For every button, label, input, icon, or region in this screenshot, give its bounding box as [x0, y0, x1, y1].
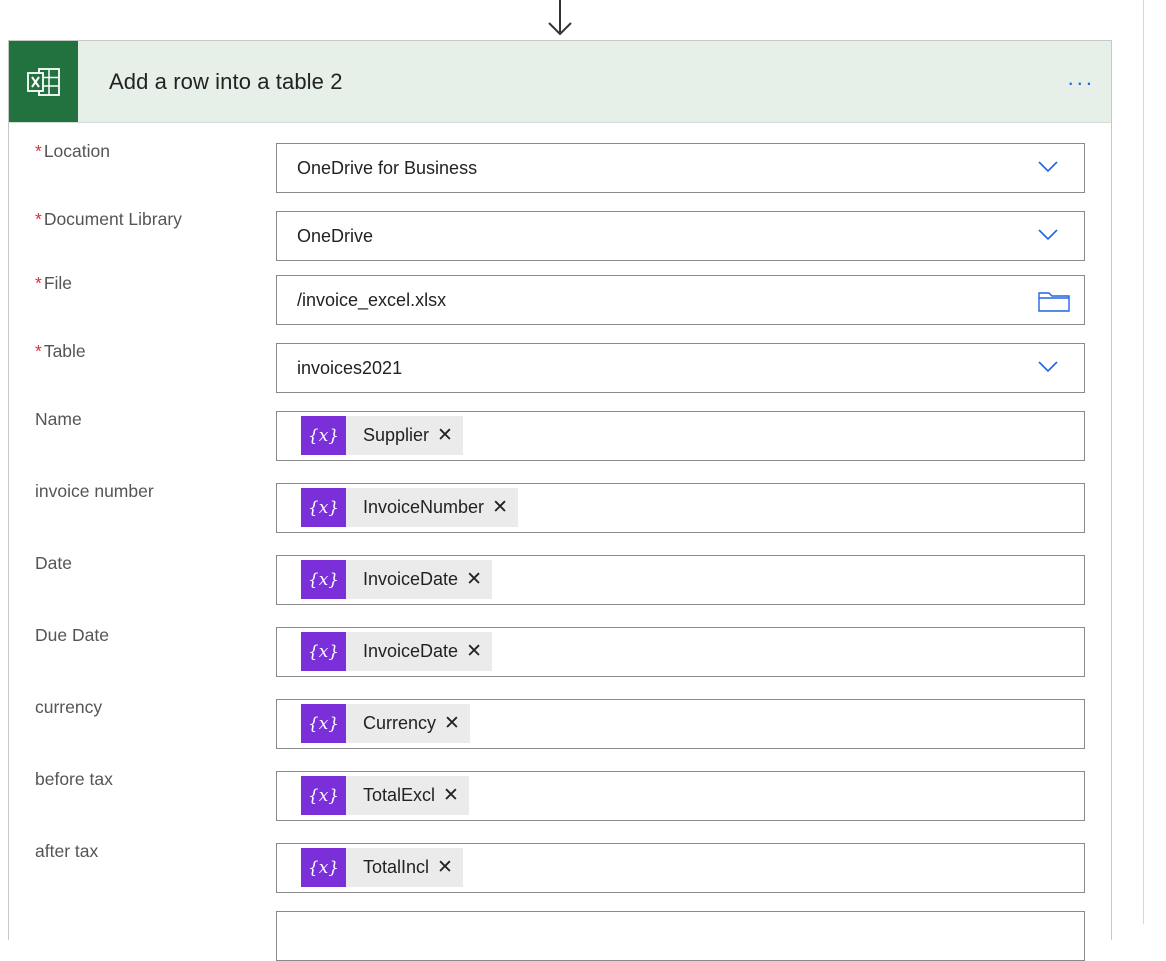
token-label: InvoiceNumber — [363, 497, 485, 517]
field-label-currency: currency — [35, 697, 102, 718]
date-input[interactable]: {x} InvoiceDate ✕ — [276, 555, 1085, 605]
expression-variable-icon: {x} — [301, 560, 346, 599]
field-label-text: before tax — [35, 769, 113, 789]
currency-input[interactable]: {x} Currency ✕ — [276, 699, 1085, 749]
field-row-currency: currency {x} Currency ✕ — [9, 697, 1111, 749]
field-label-name: Name — [35, 409, 82, 430]
field-label-text: Location — [43, 141, 110, 161]
field-label-text: File — [43, 273, 73, 293]
token-label: InvoiceDate — [363, 641, 459, 661]
chevron-down-icon[interactable] — [1038, 229, 1058, 241]
dynamic-content-token[interactable]: {x} TotalIncl ✕ — [301, 848, 463, 887]
field-label-location: * Location — [35, 141, 110, 162]
expression-variable-icon: {x} — [301, 488, 346, 527]
document-library-value: OneDrive — [297, 226, 374, 246]
field-row-table: * Table invoices2021 — [9, 341, 1111, 393]
remove-token-close-icon[interactable]: ✕ — [429, 424, 463, 447]
name-input[interactable]: {x} Supplier ✕ — [276, 411, 1085, 461]
after-tax-input[interactable]: {x} TotalIncl ✕ — [276, 843, 1085, 893]
field-label-text: invoice number — [35, 481, 154, 501]
field-label-text: Table — [43, 341, 86, 361]
field-label-date: Date — [35, 553, 72, 574]
dynamic-content-token[interactable]: {x} Currency ✕ — [301, 704, 470, 743]
field-label-text: after tax — [35, 841, 99, 861]
field-row-before-tax: before tax {x} TotalExcl ✕ — [9, 769, 1111, 821]
field-label-document-library: * Document Library — [35, 209, 182, 230]
field-row-file: * File/invoice_excel.xlsx — [9, 273, 1111, 325]
action-title[interactable]: Add a row into a table 2 — [109, 69, 343, 95]
location-value: OneDrive for Business — [297, 158, 478, 178]
remove-token-close-icon[interactable]: ✕ — [436, 712, 470, 735]
field-row-document-library: * Document Library OneDrive — [9, 209, 1111, 261]
table-input[interactable]: invoices2021 — [276, 343, 1085, 393]
flow-arrow-down-icon — [548, 0, 572, 36]
dynamic-content-token[interactable]: {x} InvoiceDate ✕ — [301, 560, 492, 599]
document-library-input[interactable]: OneDrive — [276, 211, 1085, 261]
field-label-table: * Table — [35, 341, 86, 362]
field-label-due-date: Due Date — [35, 625, 109, 646]
field-label-text: Name — [35, 409, 82, 429]
right-divider — [1143, 0, 1144, 924]
required-marker: * — [35, 273, 42, 293]
field-label-text: Document Library — [43, 209, 182, 229]
chevron-down-icon[interactable] — [1038, 161, 1058, 173]
field-label-file: * File — [35, 273, 72, 294]
next-field-input[interactable] — [276, 911, 1085, 961]
action-card-header[interactable]: Add a row into a table 2 ... — [9, 41, 1111, 123]
required-marker: * — [35, 141, 42, 161]
action-card: Add a row into a table 2 ... * Location On… — [8, 40, 1112, 961]
remove-token-close-icon[interactable]: ✕ — [429, 856, 463, 879]
required-marker: * — [35, 209, 42, 229]
before-tax-input[interactable]: {x} TotalExcl ✕ — [276, 771, 1085, 821]
token-label: TotalExcl — [363, 785, 436, 805]
dynamic-content-token[interactable]: {x} Supplier ✕ — [301, 416, 463, 455]
field-label-text: Due Date — [35, 625, 109, 645]
expression-variable-icon: {x} — [301, 416, 346, 455]
field-label-after-tax: after tax — [35, 841, 98, 862]
more-options-button[interactable]: ... — [1068, 65, 1095, 91]
invoice-number-input[interactable]: {x} InvoiceNumber ✕ — [276, 483, 1085, 533]
expression-variable-icon: {x} — [301, 632, 346, 671]
folder-icon[interactable] — [1038, 290, 1070, 312]
table-value: invoices2021 — [297, 358, 403, 378]
field-row-date: Date {x} InvoiceDate ✕ — [9, 553, 1111, 605]
field-row-after-tax: after tax {x} TotalIncl ✕ — [9, 841, 1111, 893]
required-marker: * — [35, 341, 42, 361]
remove-token-close-icon[interactable]: ✕ — [458, 640, 492, 663]
expression-variable-icon: {x} — [301, 704, 346, 743]
field-row-invoice-number: invoice number {x} InvoiceNumber ✕ — [9, 481, 1111, 533]
remove-token-close-icon[interactable]: ✕ — [484, 496, 518, 519]
token-label: Supplier — [363, 425, 430, 445]
chevron-down-icon[interactable] — [1038, 361, 1058, 373]
expression-variable-icon: {x} — [301, 776, 346, 815]
field-row-due-date: Due Date {x} InvoiceDate ✕ — [9, 625, 1111, 677]
due-date-input[interactable]: {x} InvoiceDate ✕ — [276, 627, 1085, 677]
field-row-name: Name {x} Supplier ✕ — [9, 409, 1111, 461]
field-label-text: currency — [35, 697, 103, 717]
token-label: Currency — [363, 713, 437, 733]
token-label: InvoiceDate — [363, 569, 459, 589]
expression-variable-icon: {x} — [301, 848, 346, 887]
remove-token-close-icon[interactable]: ✕ — [458, 568, 492, 591]
field-label-text: Date — [35, 553, 72, 573]
dynamic-content-token[interactable]: {x} InvoiceNumber ✕ — [301, 488, 518, 527]
field-label-invoice-number: invoice number — [35, 481, 154, 502]
location-input[interactable]: OneDrive for Business — [276, 143, 1085, 193]
dynamic-content-token[interactable]: {x} InvoiceDate ✕ — [301, 632, 492, 671]
file-value: /invoice_excel.xlsx — [297, 290, 447, 310]
field-label-before-tax: before tax — [35, 769, 113, 790]
excel-icon — [9, 41, 78, 122]
file-input[interactable]: /invoice_excel.xlsx — [276, 275, 1085, 325]
dynamic-content-token[interactable]: {x} TotalExcl ✕ — [301, 776, 469, 815]
field-row-location: * Location OneDrive for Business — [9, 141, 1111, 193]
token-label: TotalIncl — [363, 857, 430, 877]
remove-token-close-icon[interactable]: ✕ — [435, 784, 469, 807]
